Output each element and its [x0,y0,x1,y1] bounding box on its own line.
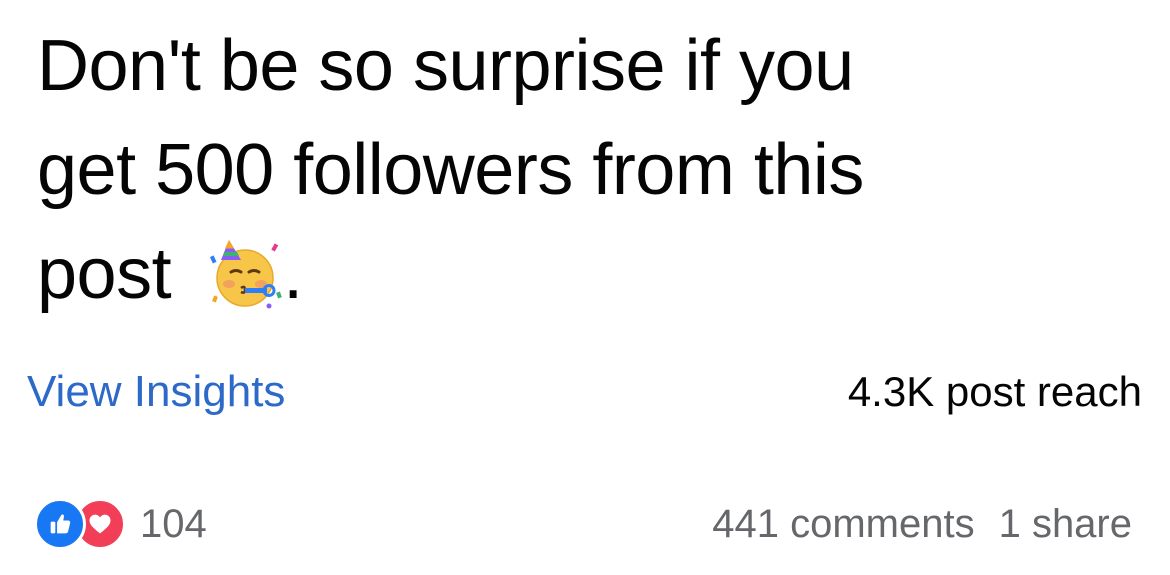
comments-count-link[interactable]: 441 comments [712,502,974,546]
partying-face-icon [207,236,283,312]
stats-row: 104 441 comments 1 share [0,492,1170,556]
post-text-line: post . [37,222,1137,326]
post-reach-label: 4.3K post reach [847,368,1142,415]
post-text: Don't be so surprise if you get 500 foll… [37,14,1137,326]
shares-count-link[interactable]: 1 share [999,502,1132,546]
post-text-fragment: . [283,234,303,314]
like-icon [34,498,86,550]
view-insights-link[interactable]: View Insights [27,362,285,422]
reactions-summary[interactable]: 104 [34,498,207,550]
reaction-count: 104 [140,501,207,546]
insights-row: View Insights 4.3K post reach [0,362,1170,422]
engagement-summary: 441 comments 1 share [712,492,1132,556]
post-text-line: get 500 followers from this [37,130,864,210]
post-text-line: Don't be so surprise if you [37,26,854,106]
post-text-fragment: post [37,234,172,314]
